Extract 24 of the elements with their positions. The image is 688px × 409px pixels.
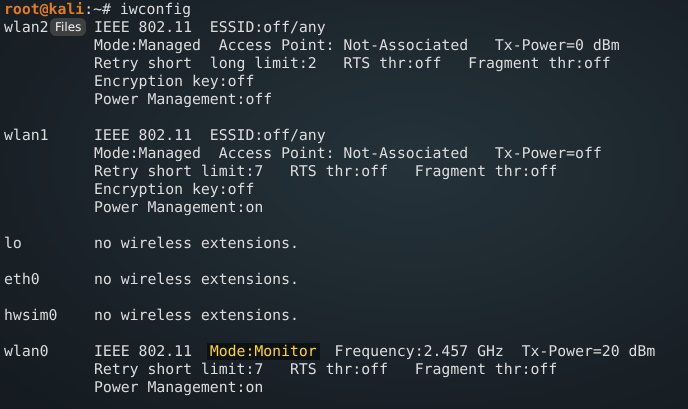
terminal-line: IEEE 802.11 ESSID:off/any — [94, 127, 326, 145]
terminal-line: Retry short limit:7 RTS thr:off Fragment thr:off — [94, 163, 558, 181]
terminal-line: Retry short limit:7 RTS thr:off Fragment thr:off — [94, 361, 558, 379]
terminal-line: no wireless extensions. — [94, 307, 299, 325]
interface-name: wlan1 — [4, 127, 49, 144]
terminal-line: IEEE 802.11 ESSID:off/any — [94, 19, 326, 37]
interface-name: lo — [4, 235, 22, 252]
interface-name: wlan2 — [4, 19, 49, 36]
terminal-line: Retry short long limit:2 RTS thr:off Fragment thr:off — [94, 55, 611, 73]
terminal-line: no wireless extensions. — [94, 235, 299, 253]
terminal-line: Mode:Managed Access Point: Not-Associated Tx-Power=0 dBm — [94, 37, 620, 55]
prompt-line: root@kali:~# iwconfig — [4, 1, 192, 19]
interface-name: hwsim0 — [4, 307, 58, 324]
terminal-line: Power Management:on — [94, 379, 264, 397]
terminal-line: no wireless extensions. — [94, 271, 299, 289]
terminal-line: Power Management:on — [94, 199, 264, 217]
terminal-line: Mode:Managed Access Point: Not-Associated Tx-Power=off — [94, 145, 602, 163]
terminal-line: Power Management:off — [94, 91, 272, 109]
tooltip: Files — [50, 18, 86, 36]
terminal-line: Encryption key:off — [94, 73, 254, 91]
terminal-line: IEEE 802.11 Mode:Monitor Frequency:2.457 GHz Tx-Power=20 dBm — [94, 343, 656, 361]
terminal-line: Encryption key:off — [94, 181, 254, 199]
interface-name: wlan0 — [4, 343, 49, 360]
interface-name: eth0 — [4, 271, 40, 288]
